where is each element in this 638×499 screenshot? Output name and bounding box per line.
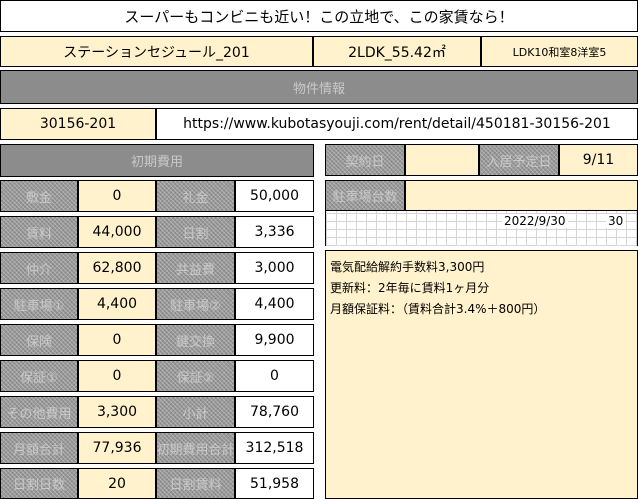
- cost-label-cell[interactable]: その他費用: [0, 396, 78, 428]
- cost-value-cell[interactable]: 44,000: [78, 216, 156, 248]
- cost-label-cell[interactable]: 小計: [156, 396, 235, 428]
- cost-label: 月額合計: [12, 442, 65, 458]
- parking-label-cell[interactable]: 駐車場台数: [325, 180, 405, 211]
- parking-count-cell[interactable]: [405, 180, 638, 211]
- cost-label-cell[interactable]: 日割: [156, 216, 235, 248]
- cost-label-cell[interactable]: 日割賃料: [156, 468, 235, 499]
- cost-value-cell[interactable]: 0: [235, 360, 314, 392]
- cost-value-cell[interactable]: 3,336: [235, 216, 314, 248]
- cost-value-cell[interactable]: 0: [78, 360, 156, 392]
- cost-value-cell[interactable]: 4,400: [235, 288, 314, 320]
- cost-value-cell[interactable]: 0: [78, 324, 156, 356]
- cost-label-cell[interactable]: 賃料: [0, 216, 78, 248]
- cost-value-cell[interactable]: 0: [78, 180, 156, 212]
- spreadsheet: スーパーもコンビニも近い！この立地で、この家賃なら！ ステーションセジュール_2…: [0, 0, 638, 499]
- cost-value-cell[interactable]: 9,900: [235, 324, 314, 356]
- cost-value-cell[interactable]: 4,400: [78, 288, 156, 320]
- listing-url-cell[interactable]: https://www.kubotasyouji.com/rent/detail…: [156, 108, 638, 140]
- cost-label-cell[interactable]: 保険: [0, 324, 78, 356]
- cost-label-cell[interactable]: 鍵交換: [156, 324, 235, 356]
- catch-copy-cell[interactable]: スーパーもコンビニも近い！この立地で、この家賃なら！: [0, 0, 638, 32]
- cost-label: 日割賃料: [169, 478, 222, 493]
- days-count: 30: [606, 214, 626, 228]
- listing-id-cell[interactable]: 30156-201: [0, 108, 156, 140]
- cost-label: 敷金: [25, 190, 52, 206]
- notes-cell[interactable]: 電気配給解約手数料3,300円 更新料：2年毎に賃料1ヶ月分 月額保証料：（賃料…: [325, 250, 638, 499]
- cost-value-cell[interactable]: 77,936: [78, 432, 156, 464]
- costs-title-cell[interactable]: 初期費用: [0, 144, 314, 177]
- cost-value-cell[interactable]: 20: [78, 468, 156, 499]
- calendar-strip: 2022/9/30 30: [325, 211, 638, 246]
- cost-label: 礼金: [182, 190, 209, 206]
- section-label: 物件情報: [292, 81, 345, 97]
- contract-label-cell[interactable]: 契約日: [325, 144, 405, 176]
- cost-value-cell[interactable]: 62,800: [78, 252, 156, 284]
- cost-value-cell[interactable]: 50,000: [235, 180, 314, 212]
- room-detail-cell[interactable]: LDK10和室8洋室5: [481, 36, 638, 67]
- property-name-cell[interactable]: ステーションセジュール_201: [0, 36, 313, 67]
- cost-label-cell[interactable]: 保証②: [156, 360, 235, 392]
- end-date: 2022/9/30: [502, 214, 568, 228]
- cost-value-cell[interactable]: 3,300: [78, 396, 156, 428]
- cost-label: 共益費: [175, 262, 215, 278]
- cost-label-cell[interactable]: 初期費用合計: [156, 432, 235, 464]
- note-line: 電気配給解約手数料3,300円: [330, 260, 485, 274]
- cost-label: 保証②: [176, 370, 215, 386]
- section-label-cell[interactable]: 物件情報: [0, 70, 638, 104]
- cost-label-cell[interactable]: 月額合計: [0, 432, 78, 464]
- cost-label: 保険: [25, 334, 52, 350]
- cost-label-cell[interactable]: 共益費: [156, 252, 235, 284]
- cost-label: 仲介: [25, 262, 52, 278]
- cost-label: 鍵交換: [175, 334, 215, 350]
- cost-label: その他費用: [6, 406, 72, 422]
- contract-date-cell[interactable]: [405, 144, 479, 176]
- cost-label-cell[interactable]: 敷金: [0, 180, 78, 212]
- note-line: 更新料：2年毎に賃料1ヶ月分: [330, 281, 490, 295]
- cost-label-cell[interactable]: 駐車場②: [156, 288, 235, 320]
- cost-label: 保証①: [20, 370, 58, 386]
- cost-label: 小計: [182, 406, 209, 422]
- cost-label-cell[interactable]: 保証①: [0, 360, 78, 392]
- cost-label: 日割日数: [12, 478, 65, 493]
- cost-value-cell[interactable]: 78,760: [235, 396, 314, 428]
- cost-label: 駐車場①: [13, 298, 65, 314]
- cost-label-cell[interactable]: 日割日数: [0, 468, 78, 499]
- cost-label-cell[interactable]: 礼金: [156, 180, 235, 212]
- movein-label-cell[interactable]: 入居予定日: [479, 144, 559, 176]
- cost-value-cell[interactable]: 312,518: [235, 432, 314, 464]
- cost-label-cell[interactable]: 駐車場①: [0, 288, 78, 320]
- cost-label: 初期費用合計: [156, 442, 235, 458]
- cost-label: 賃料: [25, 226, 52, 242]
- cost-label: 日割: [182, 226, 209, 242]
- cost-value-cell[interactable]: 51,958: [235, 468, 314, 499]
- movein-date-cell[interactable]: 9/11: [559, 144, 638, 176]
- costs-title: 初期費用: [130, 155, 183, 170]
- cost-label: 駐車場②: [170, 298, 221, 314]
- note-line: 月額保証料：（賃料合計3.4%＋800円）: [330, 302, 546, 316]
- cost-label-cell[interactable]: 仲介: [0, 252, 78, 284]
- cost-value-cell[interactable]: 3,000: [235, 252, 314, 284]
- floor-plan-cell[interactable]: 2LDK_55.42㎡: [313, 36, 481, 67]
